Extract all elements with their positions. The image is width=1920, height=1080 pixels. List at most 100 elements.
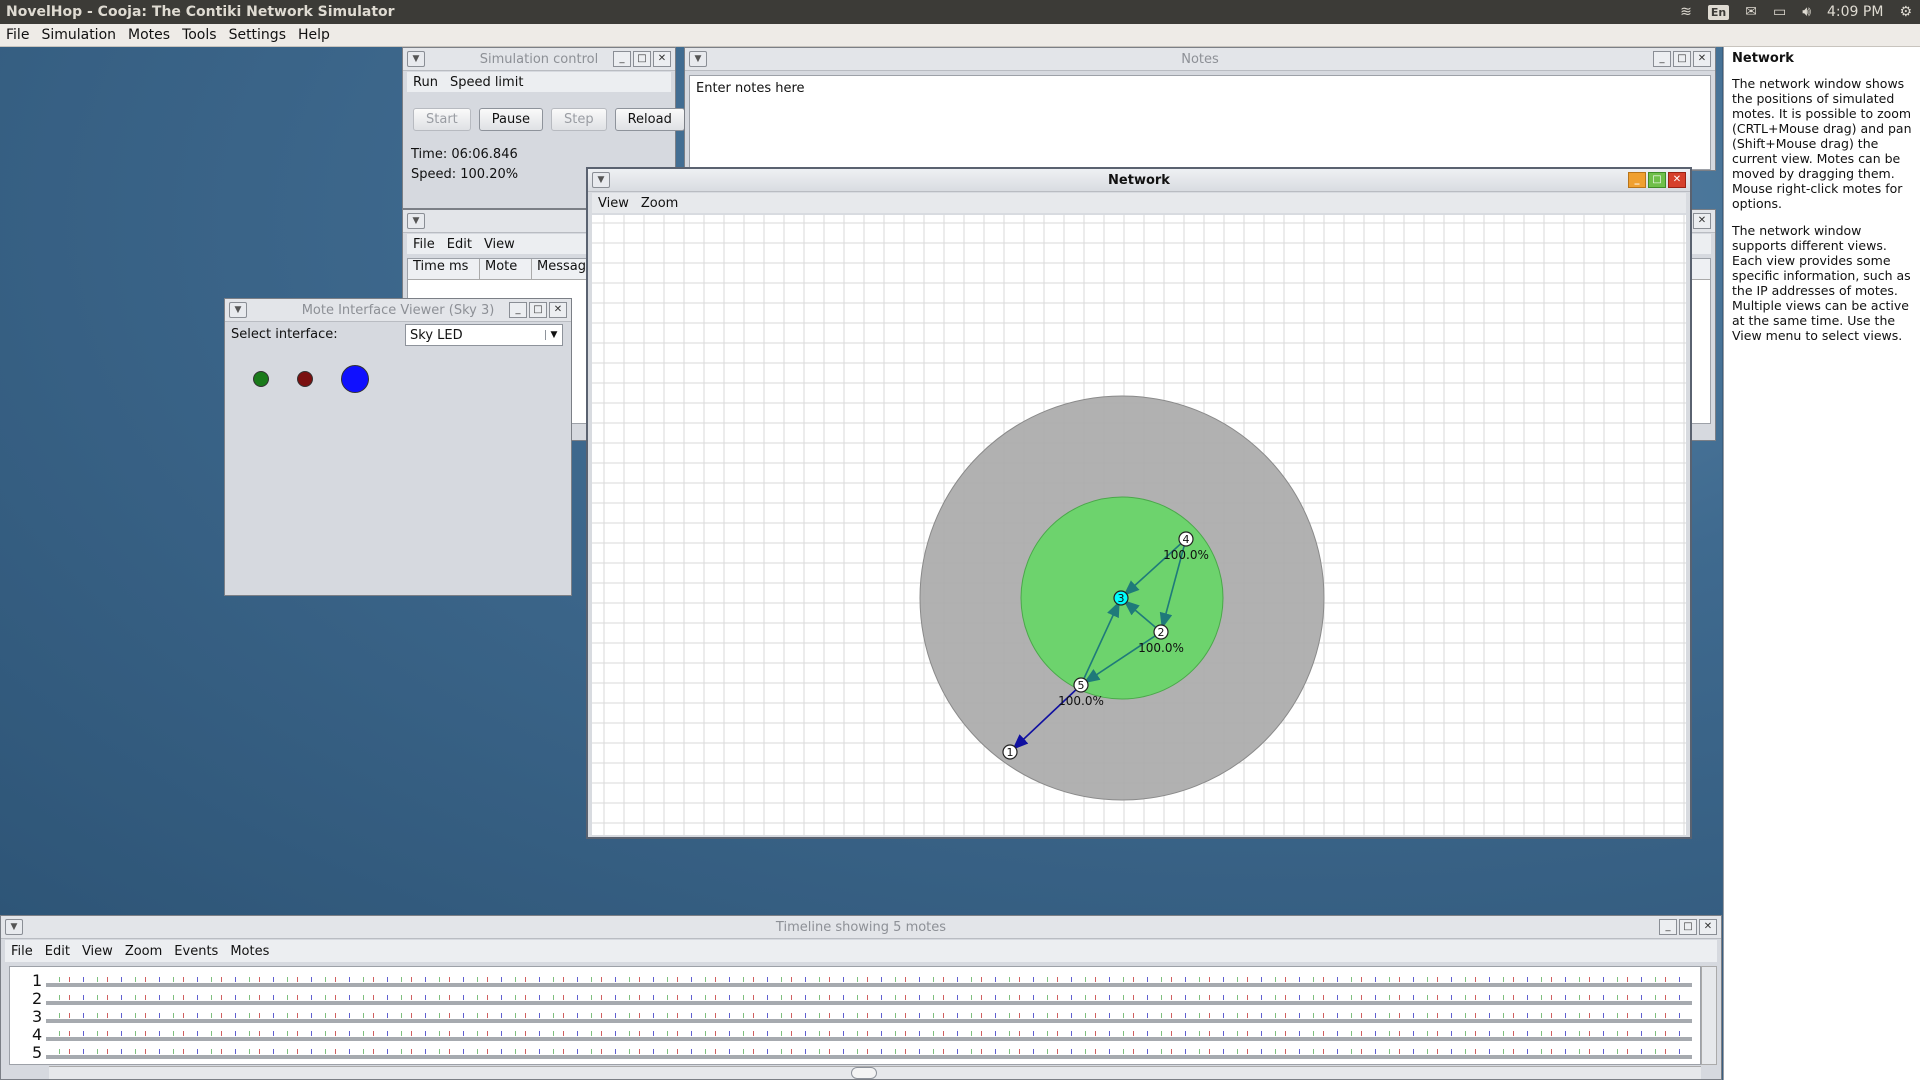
maximize-icon[interactable]: □ bbox=[1648, 172, 1666, 188]
column-mote[interactable]: Mote bbox=[480, 259, 532, 279]
menu-view[interactable]: View bbox=[592, 196, 635, 211]
close-icon[interactable]: ✕ bbox=[1668, 172, 1686, 188]
notes-textarea[interactable]: Enter notes here bbox=[689, 75, 1711, 170]
mote-id-label: 2 bbox=[1158, 626, 1165, 639]
mote-viewer-titlebar[interactable]: ▼ Mote Interface Viewer (Sky 3) _ □ ✕ bbox=[225, 299, 571, 322]
maximize-icon[interactable]: □ bbox=[1673, 51, 1691, 67]
start-button[interactable]: Start bbox=[413, 108, 471, 131]
menu-help[interactable]: Help bbox=[292, 27, 336, 43]
timeline-events bbox=[46, 1031, 1692, 1036]
timeline-window: ▼ Timeline showing 5 motes _ □ ✕ File Edit… bbox=[0, 915, 1722, 1080]
menu-view[interactable]: View bbox=[76, 944, 119, 959]
timeline-mote-label[interactable]: 5 bbox=[32, 1045, 42, 1061]
window-menu-icon[interactable]: ▼ bbox=[592, 172, 610, 188]
led-2 bbox=[341, 365, 369, 393]
timeline-area[interactable]: 1 2 3 4 5 bbox=[9, 966, 1701, 1065]
volume-icon[interactable]: 🔊︎ bbox=[1802, 4, 1811, 20]
timeline-row[interactable] bbox=[46, 983, 1692, 987]
menu-view[interactable]: View bbox=[478, 237, 521, 252]
chevron-down-icon[interactable]: ▼ bbox=[545, 330, 562, 340]
timeline-titlebar[interactable]: ▼ Timeline showing 5 motes _ □ ✕ bbox=[1, 916, 1721, 939]
keyboard-layout-indicator[interactable]: En bbox=[1707, 4, 1730, 20]
timeline-events bbox=[46, 1013, 1692, 1018]
maximize-icon[interactable]: □ bbox=[633, 51, 651, 67]
interface-select-value: Sky LED bbox=[410, 327, 463, 343]
timeline-row[interactable] bbox=[46, 1001, 1692, 1005]
minimize-icon[interactable]: _ bbox=[1653, 51, 1671, 67]
menu-zoom[interactable]: Zoom bbox=[635, 196, 684, 211]
close-icon[interactable]: ✕ bbox=[1699, 919, 1717, 935]
gear-icon[interactable]: ⚙ bbox=[1899, 4, 1912, 20]
scrollbar-thumb[interactable] bbox=[851, 1067, 877, 1079]
menu-tools[interactable]: Tools bbox=[176, 27, 223, 43]
timeline-events bbox=[46, 995, 1692, 1000]
window-menu-icon[interactable]: ▼ bbox=[229, 302, 247, 318]
menu-file[interactable]: File bbox=[0, 27, 35, 43]
window-title: Mote Interface Viewer (Sky 3) bbox=[301, 302, 495, 318]
minimize-icon[interactable]: _ bbox=[613, 51, 631, 67]
menu-zoom[interactable]: Zoom bbox=[119, 944, 168, 959]
window-menu-icon[interactable]: ▼ bbox=[407, 51, 425, 67]
timeline-row[interactable] bbox=[46, 1019, 1692, 1023]
timeline-mote-label[interactable]: 3 bbox=[32, 1009, 42, 1025]
led-panel bbox=[253, 365, 369, 393]
close-icon[interactable]: ✕ bbox=[1693, 213, 1711, 229]
mail-icon[interactable]: ✉ bbox=[1745, 4, 1757, 20]
window-title: Notes bbox=[1181, 51, 1219, 67]
horizontal-scrollbar[interactable] bbox=[49, 1066, 1701, 1079]
timeline-mote-label[interactable]: 4 bbox=[32, 1027, 42, 1043]
led-0 bbox=[253, 371, 269, 387]
clock[interactable]: 4:09 PM bbox=[1827, 4, 1883, 20]
step-button[interactable]: Step bbox=[551, 108, 607, 131]
network-window: ▼ Network _ □ ✕ View Zoom 1 2 100.0% 3 4 100.0%… bbox=[586, 167, 1692, 839]
close-icon[interactable]: ✕ bbox=[653, 51, 671, 67]
timeline-row[interactable] bbox=[46, 1055, 1692, 1059]
window-title: Simulation control bbox=[479, 51, 599, 67]
menu-run[interactable]: Run bbox=[407, 75, 444, 90]
pause-button[interactable]: Pause bbox=[478, 108, 543, 131]
menu-file[interactable]: File bbox=[407, 237, 441, 252]
window-menu-icon[interactable]: ▼ bbox=[689, 51, 707, 67]
help-panel: Network The network window shows the pos… bbox=[1723, 47, 1920, 1080]
simulation-speed: Speed: 100.20% bbox=[411, 167, 519, 182]
led-1 bbox=[297, 371, 313, 387]
reload-button[interactable]: Reload bbox=[614, 108, 685, 131]
notes-window: ▼ Notes _ □ ✕ Enter notes here bbox=[684, 47, 1716, 171]
window-menu-icon[interactable]: ▼ bbox=[5, 919, 23, 935]
menu-motes[interactable]: Motes bbox=[224, 944, 275, 959]
simulation-control-titlebar[interactable]: ▼ Simulation control _ □ ✕ bbox=[403, 48, 675, 71]
minimize-icon[interactable]: _ bbox=[509, 302, 527, 318]
system-tray: ≋ En ✉ ▭ 🔊︎ 4:09 PM ⚙ bbox=[1680, 0, 1912, 24]
column-time[interactable]: Time ms bbox=[408, 259, 480, 279]
wifi-icon[interactable]: ≋ bbox=[1680, 4, 1692, 20]
timeline-mote-label[interactable]: 1 bbox=[32, 973, 42, 989]
close-icon[interactable]: ✕ bbox=[1693, 51, 1711, 67]
window-menu-icon[interactable]: ▼ bbox=[407, 213, 425, 229]
menu-file[interactable]: File bbox=[5, 944, 39, 959]
minimize-icon[interactable]: _ bbox=[1659, 919, 1677, 935]
minimize-icon[interactable]: _ bbox=[1628, 172, 1646, 188]
vertical-scrollbar[interactable] bbox=[1701, 966, 1717, 1065]
timeline-row[interactable] bbox=[46, 1037, 1692, 1041]
window-title: Timeline showing 5 motes bbox=[775, 919, 947, 935]
maximize-icon[interactable]: □ bbox=[529, 302, 547, 318]
notes-titlebar[interactable]: ▼ Notes _ □ ✕ bbox=[685, 48, 1715, 71]
interface-select[interactable]: Sky LED ▼ bbox=[405, 324, 563, 346]
mote-id-label: 5 bbox=[1078, 679, 1085, 692]
menu-motes[interactable]: Motes bbox=[122, 27, 176, 43]
network-titlebar[interactable]: ▼ Network _ □ ✕ bbox=[588, 169, 1690, 192]
menu-settings[interactable]: Settings bbox=[223, 27, 292, 43]
menu-simulation[interactable]: Simulation bbox=[35, 27, 122, 43]
close-icon[interactable]: ✕ bbox=[549, 302, 567, 318]
menu-speed-limit[interactable]: Speed limit bbox=[444, 75, 529, 90]
menu-edit[interactable]: Edit bbox=[39, 944, 76, 959]
mote-reception-label: 100.0% bbox=[1058, 694, 1104, 708]
menu-events[interactable]: Events bbox=[168, 944, 224, 959]
menu-edit[interactable]: Edit bbox=[441, 237, 478, 252]
column-message[interactable]: Message bbox=[532, 259, 594, 279]
maximize-icon[interactable]: □ bbox=[1679, 919, 1697, 935]
network-canvas[interactable]: 1 2 100.0% 3 4 100.0% 5 100.0% bbox=[592, 215, 1686, 835]
mote-reception-label: 100.0% bbox=[1163, 548, 1209, 562]
timeline-mote-label[interactable]: 2 bbox=[32, 991, 42, 1007]
battery-icon[interactable]: ▭ bbox=[1773, 4, 1786, 20]
